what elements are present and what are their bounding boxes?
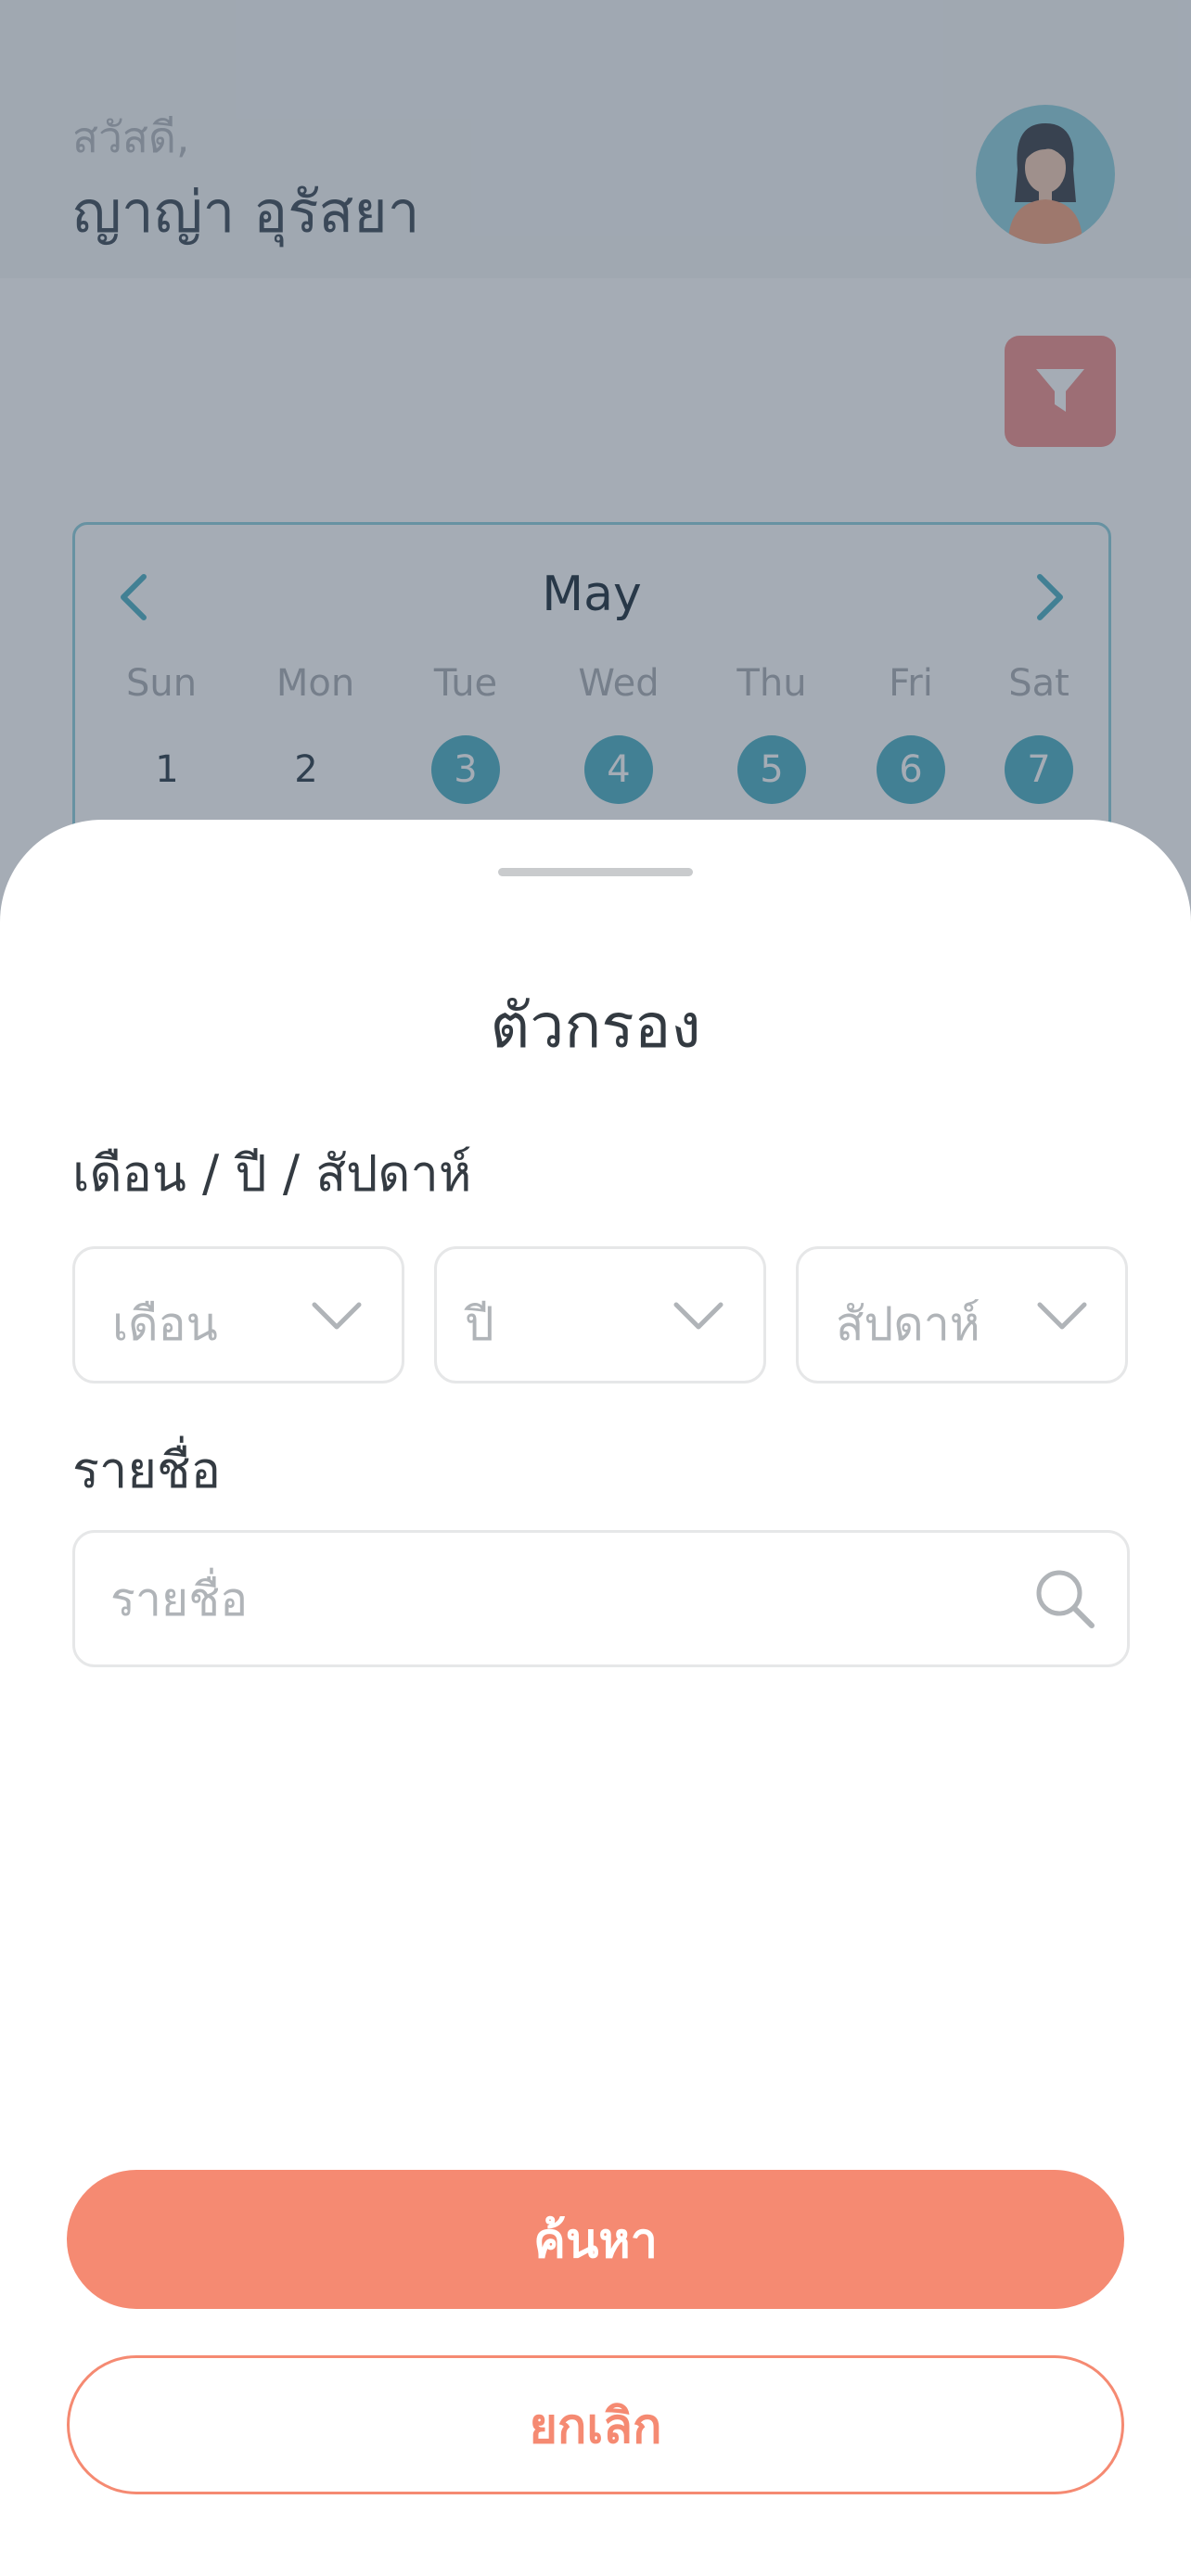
year-select-placeholder: ปี: [465, 1297, 494, 1351]
week-select-placeholder: สัปดาห์: [836, 1297, 980, 1351]
period-label: เดือน / ปี / สัปดาห์: [72, 1144, 472, 1203]
year-select[interactable]: ปี: [434, 1246, 766, 1384]
cancel-button[interactable]: ยกเลิก: [67, 2355, 1124, 2494]
chevron-down-icon: [673, 1302, 724, 1330]
sheet-drag-handle[interactable]: [498, 868, 693, 876]
chevron-down-icon: [312, 1302, 362, 1330]
month-select-placeholder: เดือน: [112, 1297, 218, 1351]
week-select[interactable]: สัปดาห์: [796, 1246, 1128, 1384]
name-label: รายชื่อ: [72, 1441, 222, 1499]
search-icon[interactable]: [1032, 1566, 1097, 1631]
month-select[interactable]: เดือน: [72, 1246, 404, 1384]
name-search-box[interactable]: [72, 1530, 1130, 1667]
name-search-input[interactable]: [109, 1564, 993, 1635]
sheet-title: ตัวกรอง: [490, 990, 701, 1062]
filter-sheet: ตัวกรอง เดือน / ปี / สัปดาห์ เดือน ปี สั…: [0, 820, 1191, 2576]
search-button[interactable]: ค้นหา: [67, 2170, 1124, 2309]
chevron-down-icon: [1037, 1302, 1087, 1330]
